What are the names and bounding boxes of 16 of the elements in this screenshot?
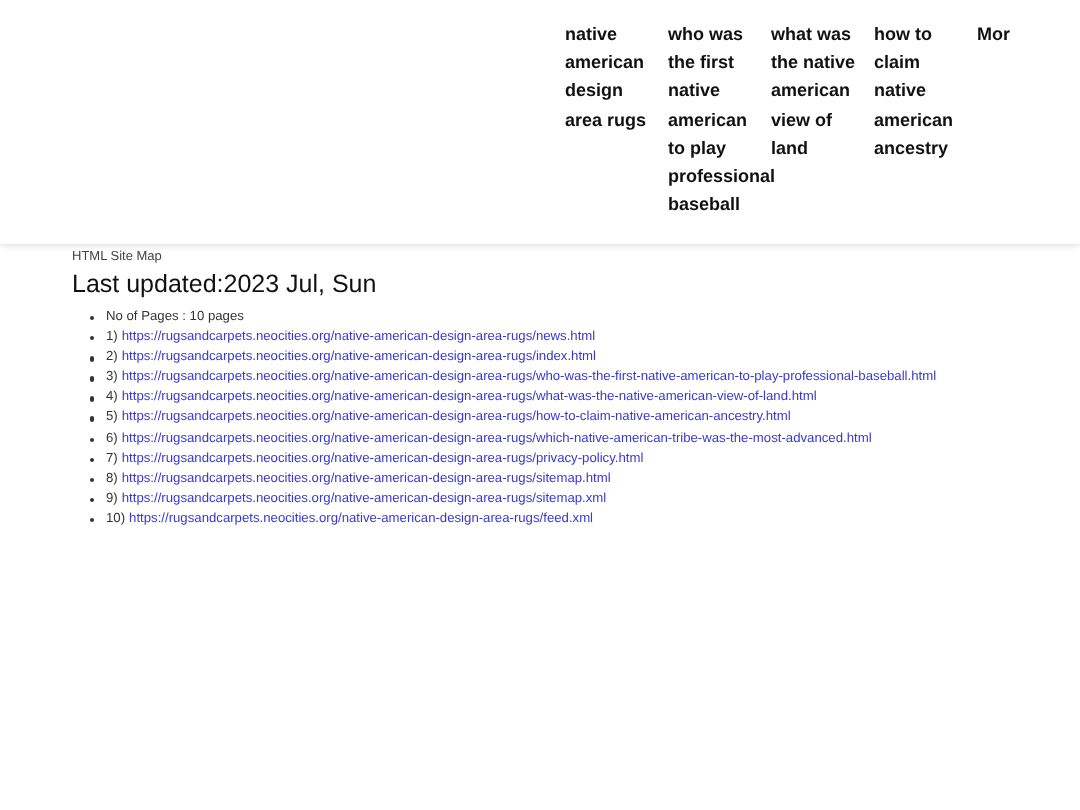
bullet-icon [90, 416, 95, 422]
nav-link[interactable]: what was the native american view of land [771, 20, 874, 244]
bullet-icon [90, 316, 95, 321]
bullet-icon [90, 477, 95, 483]
bullet-icon [90, 336, 95, 341]
bullet-icon [90, 497, 95, 503]
nav-link[interactable]: Mor [977, 20, 1080, 244]
bullet-icon [90, 396, 95, 402]
last-updated-heading: Last updated:2023 Jul, Sun [72, 268, 379, 300]
bullet-icon [90, 457, 95, 463]
bullet-icon [90, 356, 95, 362]
nav-link[interactable]: who was the first native american to play professional baseball [668, 20, 771, 244]
bullet-icon [90, 517, 95, 523]
bullet-icon [90, 376, 95, 382]
nav-link[interactable]: how to claim native american ancestry [874, 20, 977, 244]
bullet-icon [90, 437, 95, 442]
